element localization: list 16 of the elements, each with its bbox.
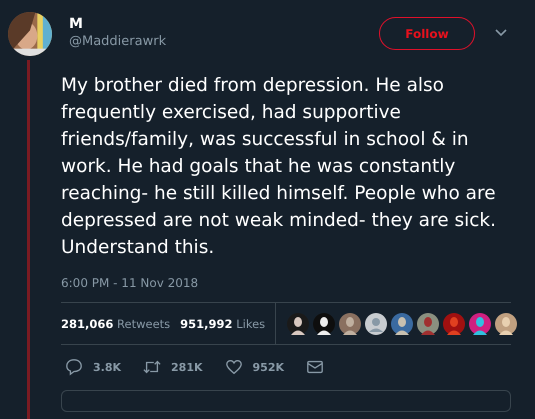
stat-link[interactable]: 281,066 Retweets: [61, 316, 170, 330]
default-avatar-icon[interactable]: [365, 312, 388, 334]
reply-icon[interactable]: [65, 358, 83, 376]
retweet-icon[interactable]: [143, 358, 162, 376]
author-handle: @Maddierawrk: [69, 34, 166, 49]
author-name: M: [69, 16, 84, 32]
caret-icon[interactable]: [495, 29, 507, 37]
follow-button[interactable]: Follow: [379, 17, 475, 50]
action-count: 952K: [252, 360, 284, 374]
mail-icon[interactable]: [306, 358, 324, 376]
action-count: 3.8K: [93, 360, 122, 374]
stat-link[interactable]: 951,992 Likes: [180, 316, 266, 330]
timestamp: 6:00 PM - 11 Nov 2018: [61, 276, 200, 290]
tweet-text: My brother died from depression. He also frequently exercised, had supportive friends/family, was successful in school & in work. He had goals that he was constantly reaching- he still killed himself. People who are depressed are not weak minded- they are sick. Understand this.: [61, 74, 497, 260]
heart-icon[interactable]: [224, 358, 243, 376]
action-count: 281K: [171, 360, 203, 374]
